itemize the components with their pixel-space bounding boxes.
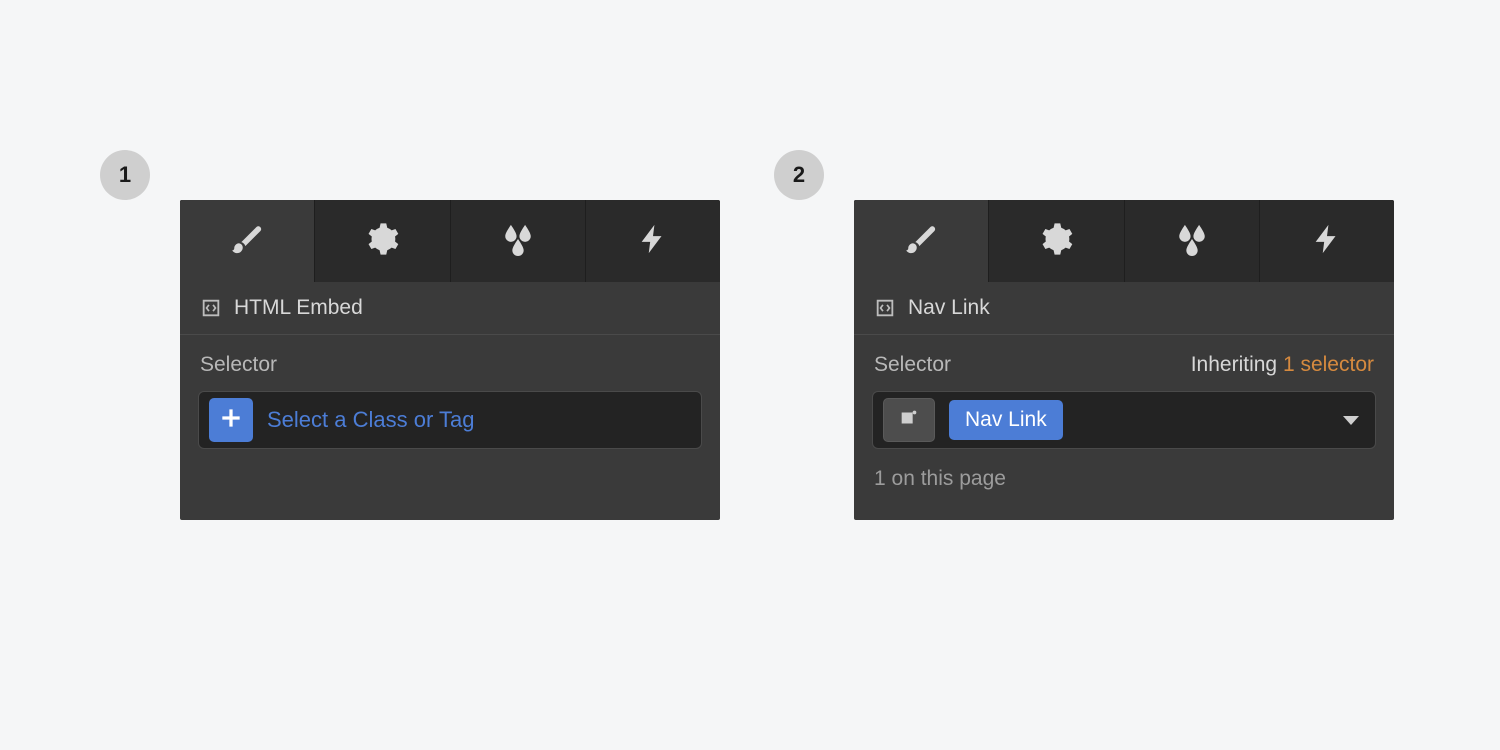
brush-icon bbox=[904, 222, 938, 261]
selector-header: Selector Inheriting 1 selector bbox=[854, 335, 1394, 391]
inheriting-label: Inheriting bbox=[1191, 353, 1277, 376]
tab-style[interactable] bbox=[180, 200, 315, 282]
element-label: HTML Embed bbox=[234, 296, 363, 320]
style-panel-2: Nav Link Selector Inheriting 1 selector … bbox=[854, 200, 1394, 520]
brush-icon bbox=[230, 222, 264, 261]
panel-tabs bbox=[854, 200, 1394, 282]
selector-label: Selector bbox=[200, 353, 277, 377]
gear-icon bbox=[365, 222, 399, 261]
caret-down-icon[interactable] bbox=[1343, 416, 1359, 425]
step-badge-1: 1 bbox=[100, 150, 150, 200]
add-class-button[interactable] bbox=[209, 398, 253, 442]
selector-input[interactable]: Nav Link bbox=[872, 391, 1376, 449]
tab-effects[interactable] bbox=[451, 200, 586, 282]
embed-icon bbox=[874, 297, 896, 319]
element-label: Nav Link bbox=[908, 296, 990, 320]
panel-tabs bbox=[180, 200, 720, 282]
plus-icon bbox=[218, 405, 244, 436]
element-label-row: Nav Link bbox=[854, 282, 1394, 335]
selector-header: Selector bbox=[180, 335, 720, 391]
tab-effects[interactable] bbox=[1125, 200, 1260, 282]
bolt-icon bbox=[636, 222, 670, 261]
droplets-icon bbox=[501, 222, 535, 261]
embed-icon bbox=[200, 297, 222, 319]
tab-interactions[interactable] bbox=[586, 200, 720, 282]
state-selector-button[interactable] bbox=[883, 398, 935, 442]
selector-label: Selector bbox=[874, 353, 951, 377]
class-chip[interactable]: Nav Link bbox=[949, 400, 1063, 440]
step-badge-2: 2 bbox=[774, 150, 824, 200]
droplets-icon bbox=[1175, 222, 1209, 261]
selector-input[interactable]: Select a Class or Tag bbox=[198, 391, 702, 449]
element-page-count: 1 on this page bbox=[854, 467, 1394, 509]
style-panel-1: HTML Embed Selector Select a Class or Ta… bbox=[180, 200, 720, 520]
tab-interactions[interactable] bbox=[1260, 200, 1394, 282]
tab-settings[interactable] bbox=[315, 200, 450, 282]
selector-placeholder: Select a Class or Tag bbox=[267, 407, 474, 433]
element-label-row: HTML Embed bbox=[180, 282, 720, 335]
inheriting-count: 1 selector bbox=[1283, 353, 1374, 376]
inheriting-info[interactable]: Inheriting 1 selector bbox=[1191, 353, 1374, 377]
bolt-icon bbox=[1310, 222, 1344, 261]
tab-style[interactable] bbox=[854, 200, 989, 282]
state-icon bbox=[898, 407, 920, 434]
tab-settings[interactable] bbox=[989, 200, 1124, 282]
gear-icon bbox=[1039, 222, 1073, 261]
